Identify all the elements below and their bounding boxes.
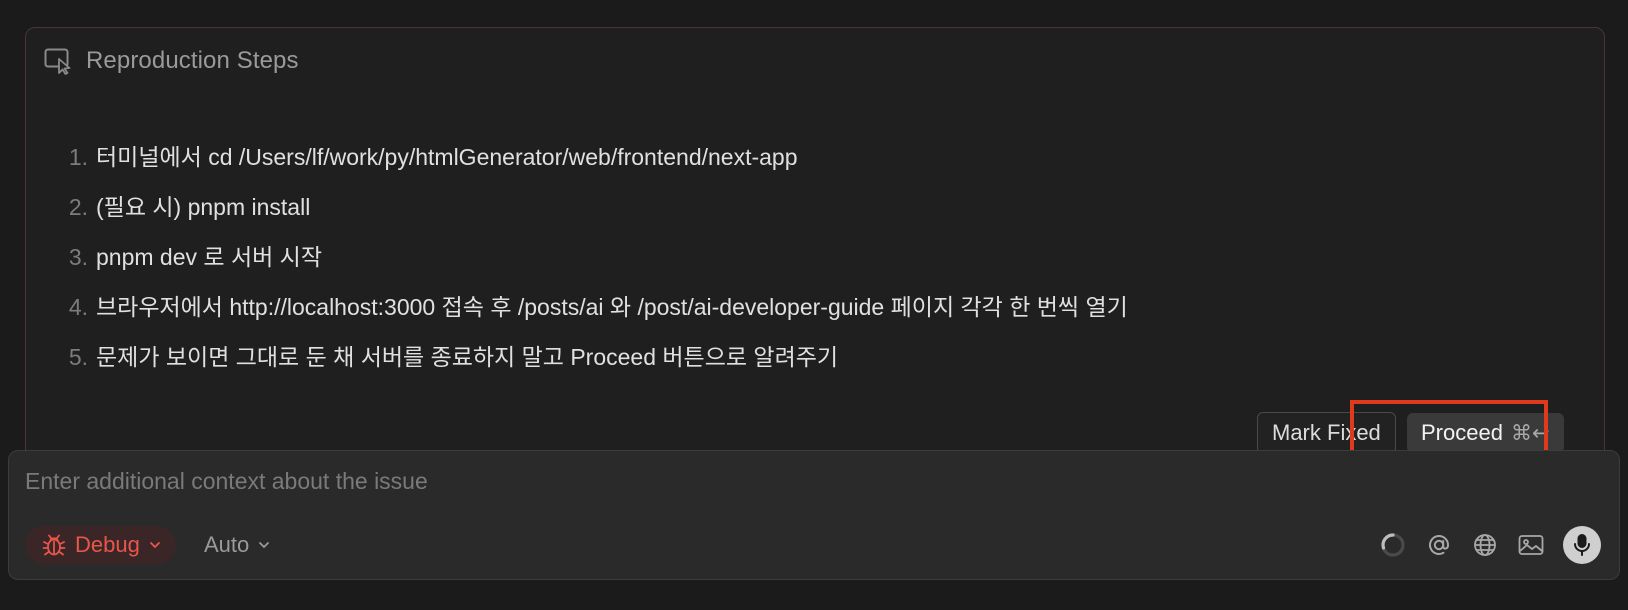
step-item: 2. (필요 시) pnpm install bbox=[56, 188, 1128, 238]
step-number: 3. bbox=[68, 244, 88, 270]
step-item: 4. 브라우저에서 http://localhost:3000 접속 후 /po… bbox=[56, 288, 1128, 338]
steps-list: 1. 터미널에서 cd /Users/lf/work/py/htmlGenera… bbox=[56, 138, 1128, 388]
step-text: 터미널에서 cd /Users/lf/work/py/htmlGenerator… bbox=[96, 144, 798, 170]
panel-title: Reproduction Steps bbox=[86, 47, 299, 74]
composer: Debug Auto bbox=[8, 450, 1620, 580]
reproduction-steps-panel: Reproduction Steps 1. 터미널에서 cd /Users/lf… bbox=[25, 27, 1605, 487]
microphone-icon bbox=[1574, 534, 1590, 556]
mode-selector[interactable]: Debug bbox=[25, 526, 176, 564]
step-number: 5. bbox=[68, 344, 88, 370]
proceed-label: Proceed bbox=[1421, 420, 1503, 445]
proceed-shortcut: ⌘↩ bbox=[1510, 421, 1550, 445]
model-label: Auto bbox=[204, 532, 250, 557]
step-number: 1. bbox=[68, 144, 88, 170]
composer-tools bbox=[1379, 525, 1601, 565]
step-text: (필요 시) pnpm install bbox=[96, 194, 311, 220]
step-item: 3. pnpm dev 로 서버 시작 bbox=[56, 238, 1128, 288]
step-text: pnpm dev 로 서버 시작 bbox=[96, 244, 322, 270]
loading-spinner-icon bbox=[1379, 531, 1407, 559]
image-icon[interactable] bbox=[1517, 531, 1545, 559]
step-text: 브라우저에서 http://localhost:3000 접속 후 /posts… bbox=[96, 294, 1128, 320]
cursor-window-icon bbox=[44, 48, 71, 75]
microphone-button[interactable] bbox=[1563, 526, 1601, 564]
bug-icon bbox=[42, 534, 66, 556]
chevron-down-icon bbox=[259, 542, 270, 549]
proceed-button[interactable]: Proceed ⌘↩ bbox=[1407, 413, 1564, 453]
mode-label: Debug bbox=[75, 532, 140, 557]
at-icon[interactable] bbox=[1425, 531, 1453, 559]
context-input[interactable] bbox=[23, 463, 1583, 499]
chevron-down-icon bbox=[149, 542, 160, 549]
panel-header: Reproduction Steps bbox=[44, 46, 299, 76]
step-number: 2. bbox=[68, 194, 88, 220]
step-number: 4. bbox=[68, 294, 88, 320]
step-text: 문제가 보이면 그대로 둔 채 서버를 종료하지 말고 Proceed 버튼으로… bbox=[96, 344, 839, 370]
mark-fixed-button[interactable]: Mark Fixed bbox=[1257, 412, 1396, 454]
step-item: 1. 터미널에서 cd /Users/lf/work/py/htmlGenera… bbox=[56, 138, 1128, 188]
step-item: 5. 문제가 보이면 그대로 둔 채 서버를 종료하지 말고 Proceed 버… bbox=[56, 338, 1128, 388]
globe-icon[interactable] bbox=[1471, 531, 1499, 559]
model-selector[interactable]: Auto bbox=[204, 526, 271, 564]
